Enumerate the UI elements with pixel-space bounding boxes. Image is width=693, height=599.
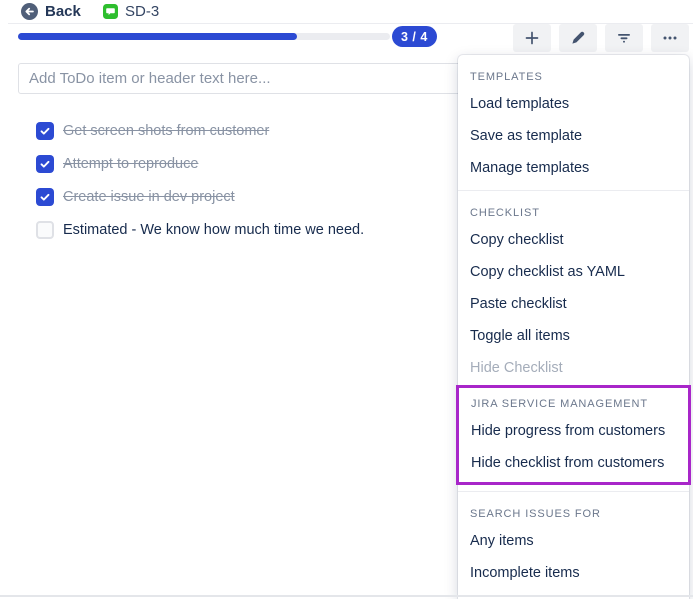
menu-divider [458,491,689,492]
add-item-button[interactable] [513,24,551,52]
checkbox-unchecked[interactable] [36,221,54,239]
menu-item-copy-checklist-yaml[interactable]: Copy checklist as YAML [458,256,689,288]
menu-divider [458,190,689,191]
issue-chip[interactable]: SD-3 [103,3,159,20]
checklist-item: Estimated - We know how much time we nee… [36,213,453,246]
checklist-item: Create issue in dev project [36,180,453,213]
more-button[interactable] [651,24,689,52]
issue-type-icon [103,4,118,19]
plus-icon [523,29,541,47]
menu-section-checklist: CHECKLIST Copy checklist Copy checklist … [458,197,689,384]
menu-section-jira-service-management: JIRA SERVICE MANAGEMENT Hide progress fr… [456,385,691,485]
checklist-item-text[interactable]: Create issue in dev project [63,189,235,205]
menu-section-title: JIRA SERVICE MANAGEMENT [459,388,688,415]
menu-item-hide-checklist-from-customers[interactable]: Hide checklist from customers [459,447,688,479]
menu-item-hide-checklist: Hide Checklist [458,352,689,384]
menu-item-load-templates[interactable]: Load templates [458,88,689,120]
more-dropdown-menu: TEMPLATES Load templates Save as templat… [458,55,689,599]
menu-section-search-issues-for: SEARCH ISSUES FOR Any items Incomplete i… [458,498,689,599]
checklist-item-text[interactable]: Attempt to reproduce [63,156,198,172]
menu-item-item-text[interactable]: Item text [458,589,689,599]
progress-bar-fill [18,33,297,40]
back-button[interactable]: Back [21,3,81,20]
issue-key: SD-3 [125,3,159,20]
checkbox-checked[interactable] [36,122,54,140]
back-arrow-icon [21,3,38,20]
filter-button[interactable] [605,24,643,52]
ellipsis-icon [661,29,679,47]
menu-item-hide-progress-from-customers[interactable]: Hide progress from customers [459,415,688,447]
menu-section-templates: TEMPLATES Load templates Save as templat… [458,61,689,184]
checklist-app: Back SD-3 3 / 4 [0,0,693,599]
checkbox-checked[interactable] [36,188,54,206]
menu-section-title: CHECKLIST [458,197,689,224]
window-bottom-divider [0,595,693,597]
menu-item-toggle-all-items[interactable]: Toggle all items [458,320,689,352]
menu-section-title: TEMPLATES [458,61,689,88]
toolbar [513,24,689,52]
checklist: Get screen shots from customer Attempt t… [36,114,453,246]
checklist-item: Get screen shots from customer [36,114,453,147]
header-bar: Back SD-3 [0,0,693,23]
filter-icon [615,29,633,47]
menu-item-manage-templates[interactable]: Manage templates [458,152,689,184]
back-label: Back [45,3,81,20]
edit-button[interactable] [559,24,597,52]
progress-bar [18,33,390,40]
menu-item-any-items[interactable]: Any items [458,525,689,557]
menu-item-copy-checklist[interactable]: Copy checklist [458,224,689,256]
menu-item-paste-checklist[interactable]: Paste checklist [458,288,689,320]
pencil-icon [569,29,587,47]
menu-item-incomplete-items[interactable]: Incomplete items [458,557,689,589]
checklist-item: Attempt to reproduce [36,147,453,180]
checkbox-checked[interactable] [36,155,54,173]
checklist-item-text[interactable]: Estimated - We know how much time we nee… [63,222,364,238]
menu-section-title: SEARCH ISSUES FOR [458,498,689,525]
progress-badge: 3 / 4 [392,26,437,47]
menu-item-save-as-template[interactable]: Save as template [458,120,689,152]
checklist-item-text[interactable]: Get screen shots from customer [63,123,269,139]
